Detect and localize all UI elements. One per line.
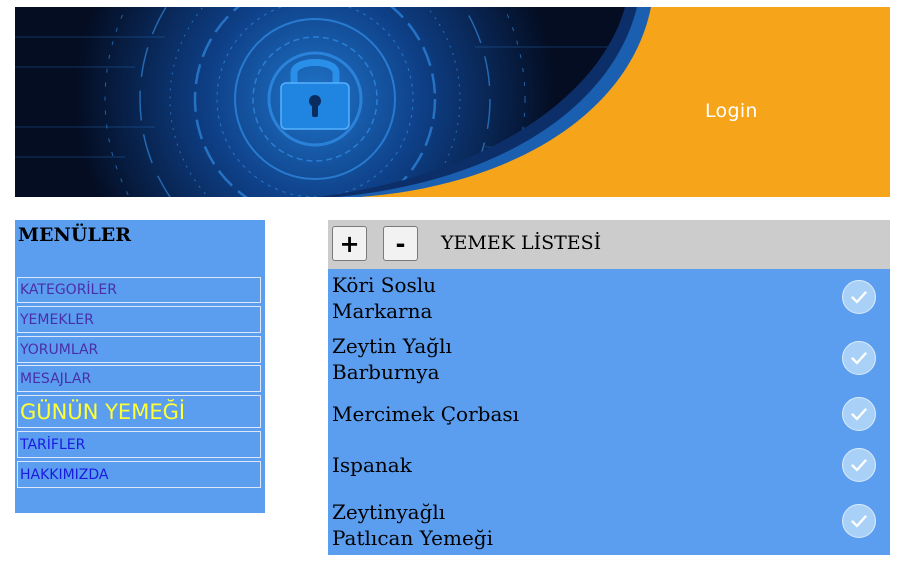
food-name-line1: Mercimek Çorbası — [332, 402, 520, 426]
food-list-item: Köri Soslu Markarna — [328, 269, 890, 327]
food-list-item: Zeytin Yağlı Barburnya — [328, 330, 890, 388]
sidebar-item-yorumlar[interactable]: YORUMLAR — [17, 336, 261, 363]
food-name-line1: Köri Soslu — [332, 273, 437, 297]
remove-button[interactable]: - — [383, 226, 418, 261]
food-name-line2: Patlıcan Yemeği — [332, 526, 493, 550]
cybersecurity-banner-image — [15, 7, 890, 197]
sidebar-menu: MENÜLER KATEGORİLER YEMEKLER YORUMLAR ME… — [15, 220, 265, 513]
check-icon — [851, 459, 867, 472]
food-list-item: Zeytinyağlı Patlıcan Yemeği — [328, 496, 890, 554]
sidebar-item-gunun-yemegi[interactable]: GÜNÜN YEMEĞİ — [17, 395, 261, 428]
sidebar-item-mesajlar[interactable]: MESAJLAR — [17, 365, 261, 392]
food-list-item: Ispanak — [328, 444, 890, 488]
food-name: Zeytinyağlı Patlıcan Yemeği — [332, 499, 592, 551]
food-list-title: YEMEK LİSTESİ — [441, 232, 602, 254]
check-icon — [851, 291, 867, 304]
header-banner: Login — [15, 7, 890, 197]
login-link[interactable]: Login — [705, 100, 758, 122]
check-button[interactable] — [842, 280, 876, 314]
food-name: Mercimek Çorbası — [332, 401, 592, 427]
check-button[interactable] — [842, 448, 876, 482]
food-name-line2: Markarna — [332, 299, 433, 323]
food-name: Ispanak — [332, 452, 592, 478]
check-button[interactable] — [842, 504, 876, 538]
food-name-line2: Barburnya — [332, 360, 440, 384]
sidebar-title: MENÜLER — [18, 224, 132, 246]
food-list-panel: + - YEMEK LİSTESİ Köri Soslu Markarna Ze… — [328, 220, 890, 555]
check-button[interactable] — [842, 341, 876, 375]
check-icon — [851, 515, 867, 528]
add-button[interactable]: + — [332, 226, 367, 261]
food-list-header: + - YEMEK LİSTESİ — [328, 220, 890, 269]
food-name-line1: Ispanak — [332, 453, 412, 477]
food-name-line1: Zeytin Yağlı — [332, 334, 452, 358]
sidebar-item-kategoriler[interactable]: KATEGORİLER — [17, 277, 261, 303]
food-name: Zeytin Yağlı Barburnya — [332, 333, 592, 385]
check-icon — [851, 408, 867, 421]
check-button[interactable] — [842, 397, 876, 431]
food-name-line1: Zeytinyağlı — [332, 500, 446, 524]
sidebar-item-tarifler[interactable]: TARİFLER — [17, 431, 261, 458]
food-name: Köri Soslu Markarna — [332, 272, 592, 324]
sidebar-item-hakkimizda[interactable]: HAKKIMIZDA — [17, 461, 261, 488]
food-list-item: Mercimek Çorbası — [328, 392, 890, 436]
sidebar-item-yemekler[interactable]: YEMEKLER — [17, 306, 261, 333]
check-icon — [851, 352, 867, 365]
